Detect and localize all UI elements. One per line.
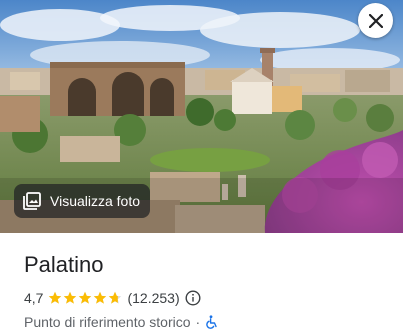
star-icon xyxy=(79,291,92,304)
info-icon[interactable] xyxy=(185,290,201,306)
star-rating xyxy=(48,291,122,305)
photo-library-icon xyxy=(23,192,41,210)
close-icon xyxy=(368,13,383,28)
review-count[interactable]: (12.253) xyxy=(127,290,179,306)
place-title: Palatino xyxy=(24,252,104,277)
star-icon xyxy=(94,291,107,304)
place-photo[interactable]: Visualizza foto xyxy=(0,0,403,233)
category-row: Punto di riferimento storico · xyxy=(24,312,384,332)
place-category: Punto di riferimento storico xyxy=(24,314,191,330)
rating-value: 4,7 xyxy=(24,290,44,306)
view-photos-label: Visualizza foto xyxy=(50,193,141,209)
rating-row[interactable]: 4,7 (12.253) xyxy=(24,288,384,308)
star-icon xyxy=(109,291,122,304)
view-photos-button[interactable]: Visualizza foto xyxy=(14,184,151,218)
star-icon xyxy=(49,291,62,304)
star-icon xyxy=(64,291,77,304)
wheelchair-icon xyxy=(206,315,217,329)
place-card: Visualizza foto Palatino 4,7 (12.253) Pu… xyxy=(0,0,403,333)
place-info: Palatino 4,7 (12.253) Punto di riferimen… xyxy=(24,243,384,332)
separator-dot: · xyxy=(195,314,201,330)
close-button[interactable] xyxy=(358,3,393,38)
